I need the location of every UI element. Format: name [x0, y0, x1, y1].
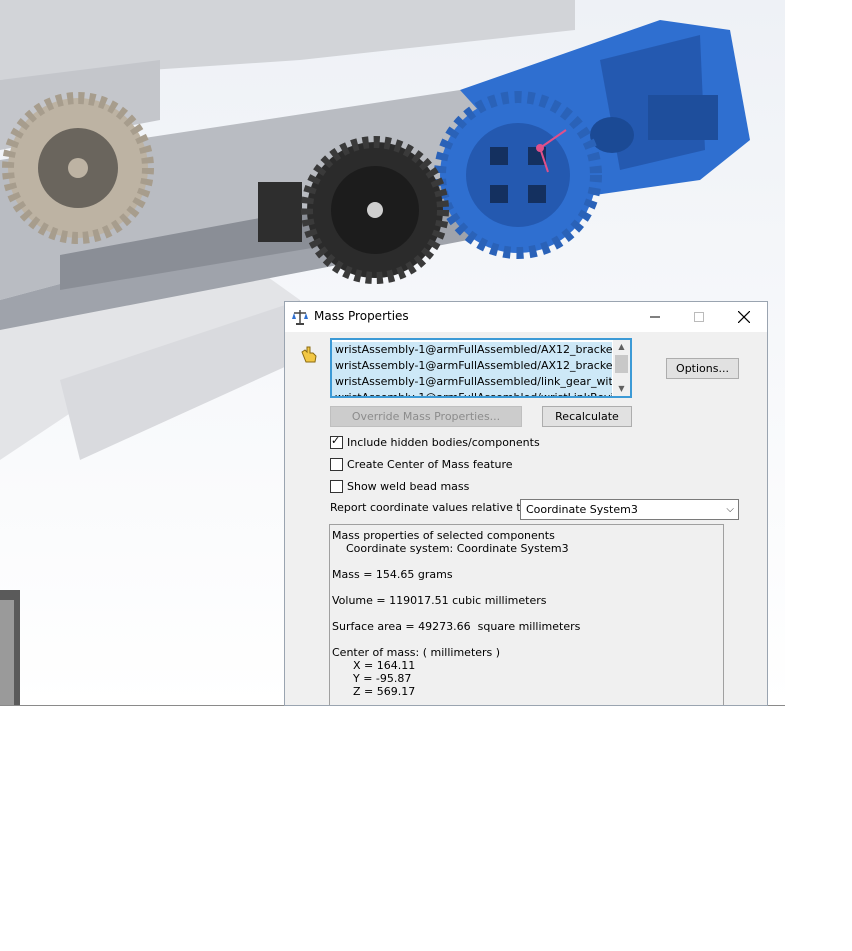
create-com-feature-checkbox[interactable]: Create Center of Mass feature [330, 456, 513, 472]
results-surface-area: Surface area = 49273.66 square millimete… [332, 620, 581, 633]
close-icon [738, 311, 750, 323]
mass-properties-dialog: Mass Properties wristAssembly-1@armFullA… [284, 301, 768, 706]
close-button[interactable] [722, 304, 766, 330]
results-volume: Volume = 119017.51 cubic millimeters [332, 594, 547, 607]
coordinate-system-value: Coordinate System3 [526, 503, 638, 516]
maximize-icon [694, 312, 704, 322]
minimize-button[interactable] [633, 304, 677, 330]
include-hidden-checkbox[interactable]: ✓ Include hidden bodies/components [330, 434, 540, 450]
show-weld-bead-checkbox[interactable]: Show weld bead mass [330, 478, 469, 494]
checkbox-label: Create Center of Mass feature [347, 457, 513, 471]
report-coords-label: Report coordinate values relative to: [330, 501, 532, 514]
override-mass-properties-button: Override Mass Properties... [330, 406, 522, 427]
results-com-x: X = 164.11 [332, 659, 416, 672]
list-item[interactable]: wristAssembly-1@armFullAssembled/wristLi… [332, 390, 612, 396]
list-scrollbar[interactable]: ▲ ▼ [613, 340, 630, 396]
list-item[interactable]: wristAssembly-1@armFullAssembled/AX12_br… [332, 358, 612, 374]
checkmark-icon: ✓ [331, 433, 341, 447]
dialog-titlebar[interactable]: Mass Properties [285, 302, 767, 332]
scroll-thumb[interactable] [615, 355, 628, 373]
scale-icon [292, 310, 308, 325]
results-com-heading: Center of mass: ( millimeters ) [332, 646, 501, 659]
results-textbox[interactable]: Mass properties of selected components C… [329, 524, 724, 705]
list-item[interactable]: wristAssembly-1@armFullAssembled/link_ge… [332, 374, 612, 390]
selected-components-list[interactable]: wristAssembly-1@armFullAssembled/AX12_br… [330, 338, 632, 398]
checkbox-label: Show weld bead mass [347, 479, 470, 493]
checkbox-box[interactable] [330, 479, 343, 493]
maximize-button [677, 304, 721, 330]
results-heading: Mass properties of selected components [332, 529, 555, 542]
results-com-z: Z = 569.17 [332, 685, 416, 698]
dark-gear [301, 136, 449, 284]
results-mass: Mass = 154.65 grams [332, 568, 453, 581]
checkbox-box[interactable]: ✓ [330, 433, 343, 449]
scroll-down-icon[interactable]: ▼ [613, 382, 630, 396]
list-item[interactable]: wristAssembly-1@armFullAssembled/AX12_br… [332, 342, 612, 358]
dialog-title: Mass Properties [314, 309, 409, 323]
chevron-down-icon: ⌵ [726, 504, 734, 515]
options-button[interactable]: Options... [666, 358, 739, 379]
checkbox-label: Include hidden bodies/components [347, 435, 540, 449]
blue-gear [434, 91, 602, 259]
results-com-y: Y = -95.87 [332, 672, 412, 685]
results-coord-system: Coordinate system: Coordinate System3 [332, 542, 569, 555]
recalculate-button[interactable]: Recalculate [542, 406, 632, 427]
coordinate-system-select[interactable]: Coordinate System3 ⌵ [520, 499, 739, 520]
select-component-icon[interactable] [299, 344, 319, 364]
minimize-icon [650, 316, 660, 318]
scroll-up-icon[interactable]: ▲ [613, 340, 630, 354]
checkbox-box[interactable] [330, 457, 343, 471]
tan-gear [2, 92, 154, 244]
